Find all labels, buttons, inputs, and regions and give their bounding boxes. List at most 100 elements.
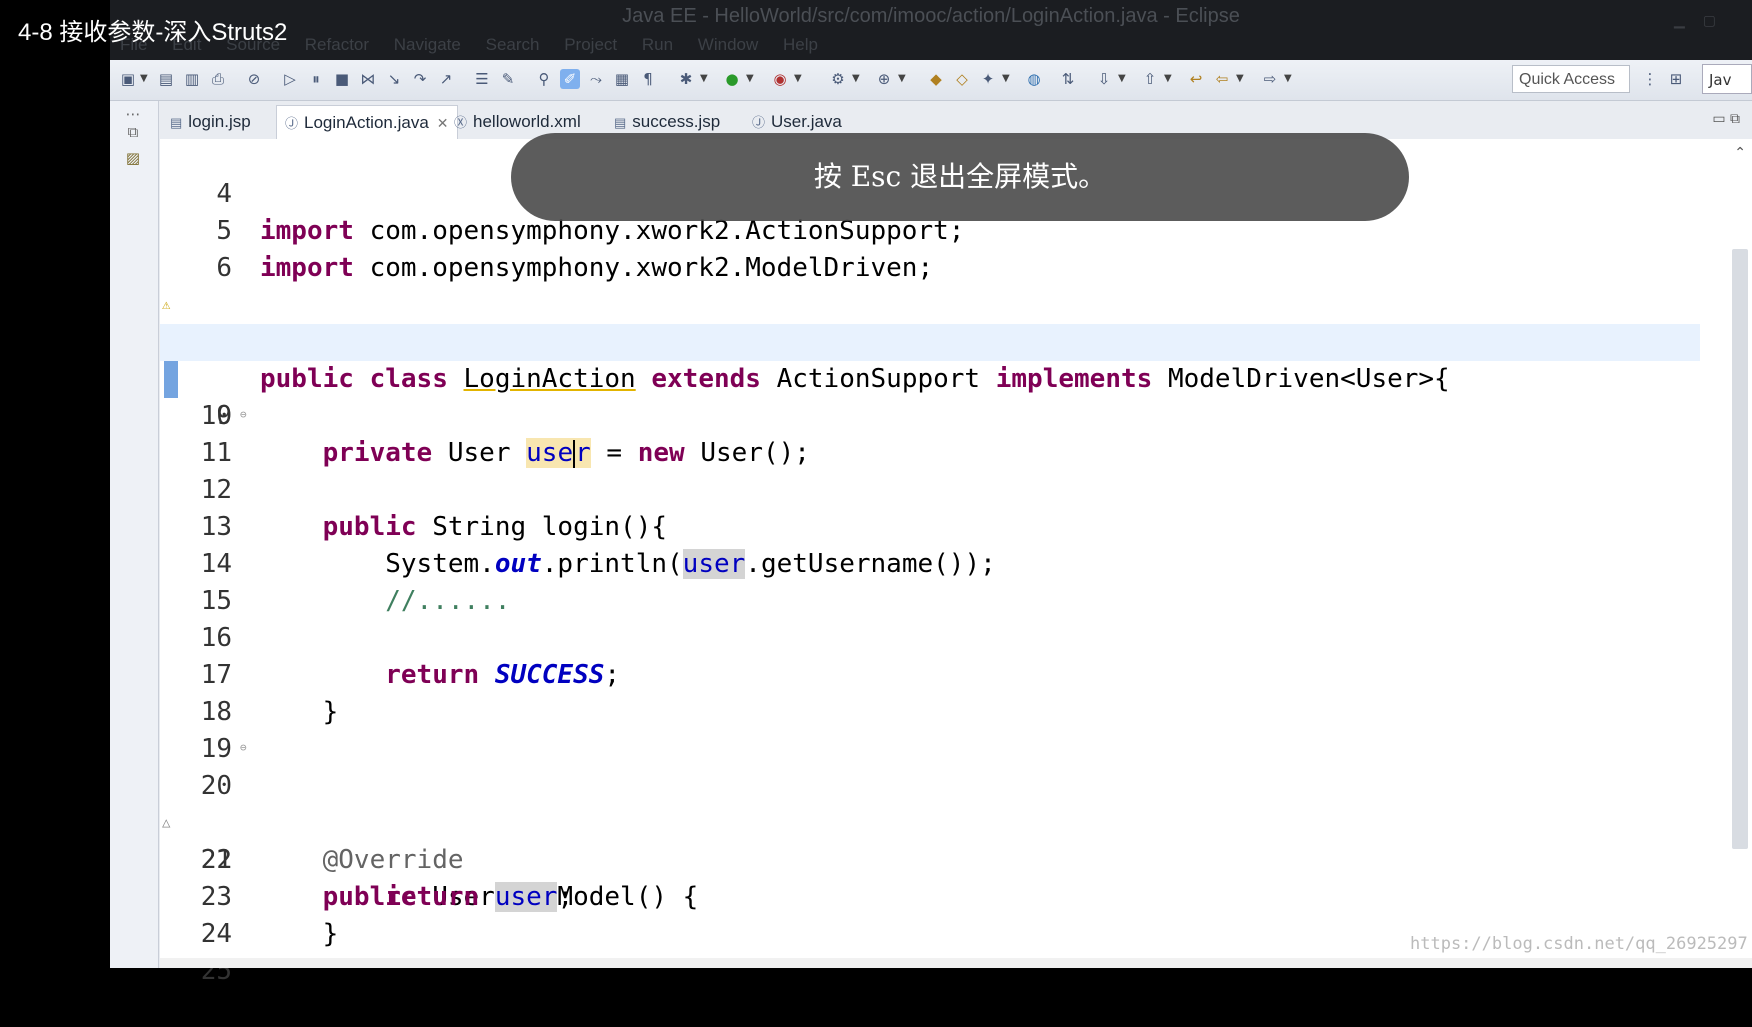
tab-label: User.java	[771, 112, 842, 131]
jsp-file-icon: ▤	[614, 115, 627, 130]
main-toolbar: ▣ ▼ ▤ ▥ ⎙ ⊘ ▷ ⏸ ■ ⋈ ↘ ↷ ↗ ☰ ✎ ⚲ ✐ ⤳ ▦ ¶ …	[110, 60, 1752, 101]
new-server-dropdown-icon[interactable]: ▼	[852, 73, 860, 84]
previous-annotation-icon[interactable]: ⇧	[1140, 69, 1160, 89]
vertical-scrollbar[interactable]	[1732, 249, 1748, 849]
suspend-icon[interactable]: ⏸	[306, 69, 326, 89]
previous-annotation-dropdown-icon[interactable]: ▼	[1164, 73, 1172, 84]
open-console-icon[interactable]: ☰	[472, 69, 492, 89]
external-tools-dropdown-icon[interactable]: ▼	[794, 73, 802, 84]
menu-bar: File Edit Source Refactor Navigate Searc…	[110, 32, 1752, 60]
code-line: 17 }	[160, 620, 1700, 727]
java-perspective-button[interactable]: Jav	[1702, 64, 1752, 94]
new-dropdown-icon[interactable]: ▼	[140, 73, 148, 84]
code-line-current: 9 private User user = new User();	[160, 324, 1700, 468]
horizontal-scrollbar[interactable]	[160, 958, 1752, 968]
left-trim-strip: ⋯ ⧉ ▨	[110, 101, 159, 968]
next-annotation-icon[interactable]: ⇩	[1094, 69, 1114, 89]
menu-refactor[interactable]: Refactor	[305, 32, 369, 58]
step-over-icon[interactable]: ↷	[410, 69, 430, 89]
new-icon[interactable]: ▣	[118, 69, 138, 89]
code-line: 20 ⊖ @Override	[160, 729, 1700, 875]
terminate-icon[interactable]: ■	[332, 69, 352, 89]
code-line: 18	[160, 657, 1700, 727]
fullscreen-exit-toast: 按 Esc 退出全屏模式。	[511, 133, 1409, 221]
code-line: 8	[160, 287, 1700, 357]
code-line: 14 //......	[160, 509, 1700, 616]
resume-icon[interactable]: ▷	[280, 69, 300, 89]
forward-dropdown-icon[interactable]: ▼	[1284, 73, 1292, 84]
code-line: 10	[160, 361, 1700, 431]
code-line: 19	[160, 694, 1700, 764]
step-into-icon[interactable]: ↘	[384, 69, 404, 89]
java-file-icon: Ⓙ	[752, 115, 766, 130]
menu-run[interactable]: Run	[642, 32, 673, 58]
mark-occurrences-icon[interactable]: ✐	[560, 69, 580, 89]
save-icon[interactable]: ▤	[156, 69, 176, 89]
menu-search[interactable]: Search	[486, 32, 540, 58]
skip-breakpoints-icon[interactable]: ⊘	[244, 69, 264, 89]
package-explorer-icon[interactable]: ▨	[122, 149, 144, 171]
open-perspective-icon[interactable]: ⊞	[1666, 69, 1686, 89]
print-icon[interactable]: ⎙	[208, 69, 228, 89]
java-file-icon: Ⓙ	[285, 116, 299, 131]
code-editor[interactable]: ⌃ 4 import com.opensymphony.xwork2.Actio…	[160, 139, 1752, 986]
open-folder-icon[interactable]: ◇	[952, 69, 972, 89]
new-server-icon[interactable]: ⚙	[828, 69, 848, 89]
scroll-up-icon[interactable]: ⌃	[1734, 145, 1746, 161]
code-line: 22 return user;	[160, 805, 1700, 912]
menu-navigate[interactable]: Navigate	[394, 32, 461, 58]
run-icon[interactable]: ●	[722, 69, 742, 89]
menu-project[interactable]: Project	[564, 32, 617, 58]
video-title: 4-8 接收参数-深入Struts2	[18, 19, 288, 46]
tab-label: success.jsp	[632, 112, 721, 131]
forward-icon[interactable]: ⇨	[1260, 69, 1280, 89]
back-dropdown-icon[interactable]: ▼	[1236, 73, 1244, 84]
tab-label: LoginAction.java	[304, 113, 429, 132]
web-browser-icon[interactable]: ◍	[1024, 69, 1044, 89]
menu-window[interactable]: Window	[698, 32, 758, 58]
code-line: △ 21 public User getModel() {	[160, 768, 1700, 912]
code-line: 24	[160, 879, 1700, 949]
show-whitespace-icon[interactable]: ¶	[638, 69, 658, 89]
external-tools-icon[interactable]: ◉	[770, 69, 790, 89]
new-web-service-icon[interactable]: ⊕	[874, 69, 894, 89]
block-selection-icon[interactable]: ⤳	[586, 69, 606, 89]
open-task-dropdown-icon[interactable]: ▼	[1002, 73, 1010, 84]
code-line: 11 ⊖ public String login(){	[160, 396, 1700, 542]
open-task-icon[interactable]: ✦	[978, 69, 998, 89]
next-annotation-dropdown-icon[interactable]: ▼	[1118, 73, 1126, 84]
watermark: https://blog.csdn.net/qq_26925297	[1410, 934, 1748, 954]
new-web-service-dropdown-icon[interactable]: ▼	[898, 73, 906, 84]
quick-access-field[interactable]: Quick Access	[1512, 65, 1630, 93]
breadcrumb-icon[interactable]: ⚲	[534, 69, 554, 89]
code-line: 13 System.out.println(user.getUsername()…	[160, 472, 1700, 579]
search-icon[interactable]: ⇅	[1058, 69, 1078, 89]
tab-loginaction-java[interactable]: Ⓙ LoginAction.java ✕	[276, 105, 458, 140]
disconnect-icon[interactable]: ⋈	[358, 69, 378, 89]
close-icon[interactable]: ✕	[437, 115, 449, 131]
last-edit-icon[interactable]: ↩	[1186, 69, 1206, 89]
code-line: 12	[160, 435, 1700, 505]
run-dropdown-icon[interactable]: ▼	[746, 73, 754, 84]
code-line: 23 }	[160, 842, 1700, 949]
save-all-icon[interactable]: ▥	[182, 69, 202, 89]
debug-icon[interactable]: ✱	[676, 69, 696, 89]
restore-icon[interactable]: ⧉	[122, 123, 144, 145]
editor-minimize-maximize-icon[interactable]: ▭ ⧉	[1712, 111, 1740, 127]
fold-icon[interactable]: ⊖	[240, 729, 247, 766]
debug-dropdown-icon[interactable]: ▼	[700, 73, 708, 84]
toolbar-separator-icon: ⋮	[1642, 70, 1658, 88]
fold-icon[interactable]: ⊖	[240, 396, 247, 433]
open-type-icon[interactable]: ◆	[926, 69, 946, 89]
tab-label: login.jsp	[188, 112, 251, 131]
jsp-file-icon: ▤	[170, 115, 183, 130]
word-wrap-icon[interactable]: ▦	[612, 69, 632, 89]
code-line: 16 return SUCCESS;	[160, 583, 1700, 690]
step-return-icon[interactable]: ↗	[436, 69, 456, 89]
tab-login-jsp[interactable]: ▤ login.jsp	[170, 105, 251, 139]
tab-label: helloworld.xml	[473, 112, 581, 131]
code-line: 15	[160, 546, 1700, 616]
back-icon[interactable]: ⇦	[1212, 69, 1232, 89]
menu-help[interactable]: Help	[783, 32, 818, 58]
toggle-markers-icon[interactable]: ✎	[498, 69, 518, 89]
